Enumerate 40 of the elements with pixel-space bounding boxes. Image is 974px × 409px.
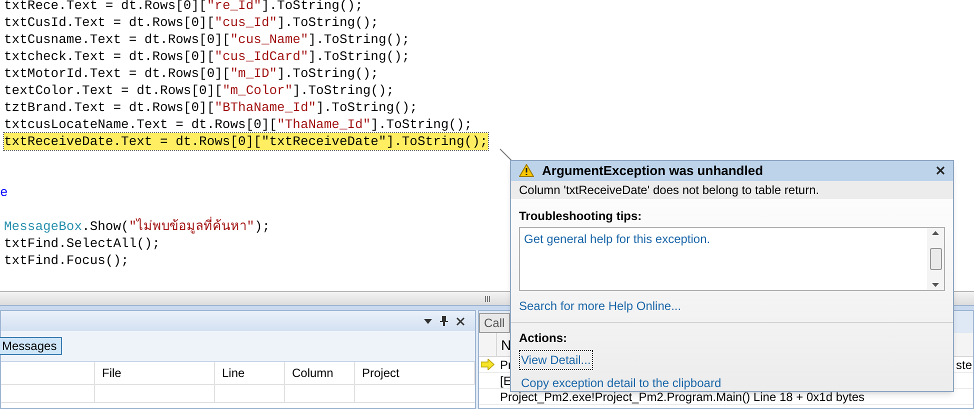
code-line: txtCusId.Text = dt.Rows[0]["cus_Id"].ToString();	[4, 14, 378, 31]
column-header[interactable]: Line	[215, 362, 285, 384]
scroll-up-icon[interactable]	[932, 230, 939, 234]
leader-line	[499, 148, 513, 162]
help-link[interactable]: Get general help for this exception.	[524, 230, 923, 248]
dropdown-caret-icon[interactable]	[424, 318, 432, 324]
code-line: tztBrand.Text = dt.Rows[0]["BThaName_Id"].ToString();	[4, 99, 418, 116]
section-heading: Actions:	[519, 330, 567, 346]
code-line: txtCusname.Text = dt.Rows[0]["cus_Name"].ToString();	[4, 31, 410, 48]
code-line: textColor.Text = dt.Rows[0]["m_Color"].ToString();	[4, 82, 394, 99]
warning-icon	[519, 164, 534, 178]
action-link[interactable]: View Detail...	[519, 350, 593, 370]
code-line: txtcusLocateName.Text = dt.Rows[0]["ThaName_Id"].ToString();	[4, 116, 472, 133]
help-online-link[interactable]: Search for more Help Online...	[519, 296, 682, 314]
popup-title: ArgumentException was unhandled	[542, 162, 764, 180]
error-message: Column 'txtReceiveDate' does not belong to table return.	[519, 182, 820, 198]
arrow-icon	[481, 359, 495, 370]
code-line: txtFind.SelectAll();	[4, 235, 160, 252]
column-header[interactable]: File	[95, 362, 215, 384]
messages-toggle-button[interactable]: Messages	[0, 337, 62, 355]
stack-frame-text[interactable]: [E	[497, 372, 512, 390]
stack-frame-text: ste	[956, 356, 973, 374]
code-line: MessageBox.Show("ไม่พบข้อมูลที่ค้นหา");	[4, 218, 270, 235]
code-line: txtMotorId.Text = dt.Rows[0]["m_ID"].ToString();	[4, 65, 378, 82]
action-link[interactable]: Copy exception detail to the clipboard	[519, 372, 724, 392]
column-header[interactable]: Project	[355, 362, 475, 384]
column-header[interactable]: N	[497, 333, 512, 356]
pin-icon[interactable]	[440, 316, 448, 326]
section-heading: Troubleshooting tips:	[519, 208, 643, 224]
close-icon[interactable]	[936, 166, 945, 176]
scroll-grip-icon	[484, 296, 490, 302]
code-line: e	[0, 184, 8, 201]
code-line: txtFind.Focus();	[4, 252, 129, 269]
scroll-thumb[interactable]	[930, 248, 942, 270]
scroll-down-icon[interactable]	[932, 282, 939, 286]
panel-tab[interactable]: Call	[479, 313, 510, 333]
close-icon[interactable]	[456, 316, 465, 326]
code-line: txtcheck.Text = dt.Rows[0]["cus_IdCard"].ToString();	[4, 48, 410, 65]
vertical-scrollbar[interactable]	[927, 228, 944, 290]
column-header[interactable]: Column	[285, 362, 355, 384]
